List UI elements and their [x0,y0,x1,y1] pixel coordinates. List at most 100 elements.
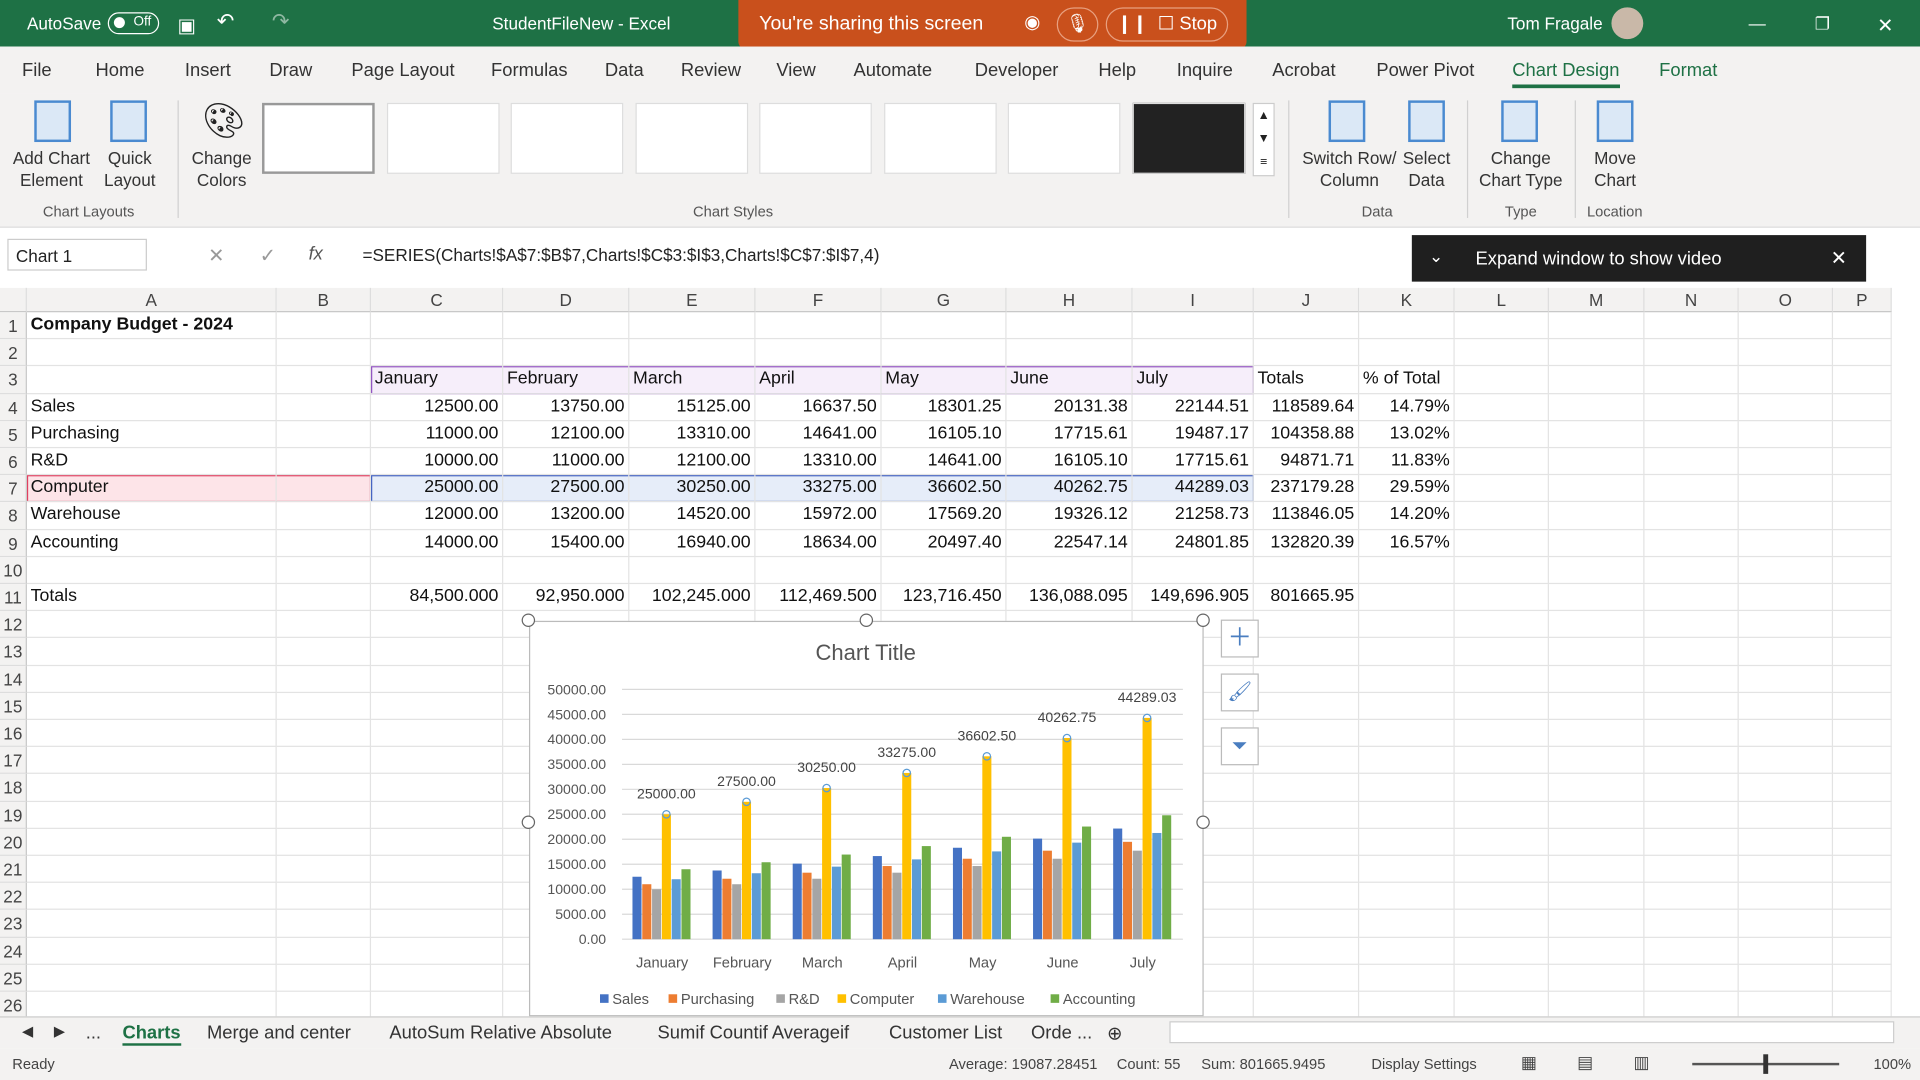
cell-A25[interactable] [26,964,277,992]
cell-K10[interactable] [1359,556,1455,585]
cell-M11[interactable] [1548,584,1645,612]
cell-P13[interactable] [1833,638,1892,666]
cell-G6[interactable]: 14641.00 [881,448,1007,476]
cell-C9[interactable]: 14000.00 [371,529,504,557]
cell-E3[interactable]: March [629,366,756,394]
cell-B2[interactable] [276,339,372,367]
cell-N17[interactable] [1644,747,1739,775]
select-all-corner[interactable] [0,287,27,313]
cell-A14[interactable] [26,665,277,693]
cell-O1[interactable] [1738,312,1834,340]
cell-P20[interactable] [1833,828,1892,856]
cell-M18[interactable] [1548,774,1645,802]
cell-N11[interactable] [1644,584,1739,612]
cell-J14[interactable] [1253,665,1360,693]
cell-J20[interactable] [1253,828,1360,856]
cell-D5[interactable]: 12100.00 [503,420,630,449]
cell-C4[interactable]: 12500.00 [371,393,504,421]
cell-B22[interactable] [276,883,372,911]
cell-P11[interactable] [1833,584,1892,612]
cell-P24[interactable] [1833,937,1892,965]
select-data-button[interactable]: Select Data [1398,147,1454,191]
cell-G1[interactable] [881,312,1007,340]
add-sheet-icon[interactable]: ⊕ [1107,1022,1122,1045]
cell-P10[interactable] [1833,556,1892,585]
chart-style-thumbnail[interactable] [1007,102,1121,174]
cell-F8[interactable]: 15972.00 [755,502,882,530]
formula-input[interactable]: =SERIES(Charts!$A$7:$B$7,Charts!$C$3:$I$… [362,245,879,265]
cell-L7[interactable] [1454,475,1549,503]
sheet-tab[interactable]: Orde ... [1031,1022,1092,1043]
cell-N10[interactable] [1644,556,1739,585]
menu-tab-developer[interactable]: Developer [975,60,1059,81]
cell-L22[interactable] [1454,883,1549,911]
column-header[interactable]: B [276,287,372,313]
column-header[interactable]: I [1132,287,1254,313]
cell-L5[interactable] [1454,420,1549,449]
cell-N25[interactable] [1644,964,1739,992]
cell-E9[interactable]: 16940.00 [629,529,756,557]
column-header[interactable]: D [503,287,630,313]
cell-E2[interactable] [629,339,756,367]
cell-B4[interactable] [276,393,372,421]
cell-L25[interactable] [1454,964,1549,992]
cell-C6[interactable]: 10000.00 [371,448,504,476]
menu-tab-data[interactable]: Data [605,60,644,81]
cell-M7[interactable] [1548,475,1645,503]
row-header[interactable]: 6 [0,448,27,476]
cell-E5[interactable]: 13310.00 [629,420,756,449]
cell-B13[interactable] [276,638,372,666]
sheet-tab[interactable]: Sumif Countif Averageif [658,1022,850,1043]
switch-row-column-button[interactable]: Switch Row/ Column [1298,147,1401,191]
cell-K5[interactable]: 13.02% [1359,420,1455,449]
cell-L17[interactable] [1454,747,1549,775]
cell-K25[interactable] [1359,964,1455,992]
cell-F7[interactable]: 33275.00 [755,475,882,503]
cell-B7[interactable] [276,475,372,503]
sheet-tab[interactable]: AutoSum Relative Absolute [389,1022,612,1043]
cell-P12[interactable] [1833,611,1892,639]
resize-handle[interactable] [521,815,536,829]
more-sheets-button[interactable]: ... [86,1022,101,1043]
fx-button[interactable]: fx [309,244,323,265]
cell-P8[interactable] [1833,502,1892,530]
cell-P5[interactable] [1833,420,1892,449]
cell-E6[interactable]: 12100.00 [629,448,756,476]
cell-A8[interactable]: Warehouse [26,502,277,530]
cell-A6[interactable]: R&D [26,448,277,476]
cell-N9[interactable] [1644,529,1739,557]
cell-L12[interactable] [1454,611,1549,639]
cell-H6[interactable]: 16105.10 [1006,448,1133,476]
cell-M23[interactable] [1548,910,1645,938]
cell-B9[interactable] [276,529,372,557]
undo-icon[interactable]: ↶ [217,10,234,34]
cell-N26[interactable] [1644,991,1739,1017]
cell-G7[interactable]: 36602.50 [881,475,1007,503]
cell-E1[interactable] [629,312,756,340]
cell-C5[interactable]: 11000.00 [371,420,504,449]
cell-P26[interactable] [1833,991,1892,1017]
column-header[interactable]: G [881,287,1007,313]
column-header[interactable]: P [1833,287,1892,313]
cell-N3[interactable] [1644,366,1739,394]
menu-tab-power-pivot[interactable]: Power Pivot [1376,60,1474,81]
cell-K2[interactable] [1359,339,1455,367]
cell-M3[interactable] [1548,366,1645,394]
cell-O25[interactable] [1738,964,1834,992]
cell-N5[interactable] [1644,420,1739,449]
menu-tab-home[interactable]: Home [96,60,145,81]
cell-H9[interactable]: 22547.14 [1006,529,1133,557]
row-header[interactable]: 7 [0,475,27,503]
column-header[interactable]: N [1644,287,1739,313]
cell-I4[interactable]: 22144.51 [1132,393,1254,421]
cell-F10[interactable] [755,556,882,585]
cell-A20[interactable] [26,828,277,856]
quick-layout-button[interactable]: Quick Layout [96,147,165,191]
cell-C24[interactable] [371,937,504,965]
cell-J13[interactable] [1253,638,1360,666]
avatar[interactable] [1611,7,1644,40]
resize-handle[interactable] [1196,613,1210,627]
cell-C2[interactable] [371,339,504,367]
column-header[interactable]: C [371,287,504,313]
cell-B10[interactable] [276,556,372,585]
